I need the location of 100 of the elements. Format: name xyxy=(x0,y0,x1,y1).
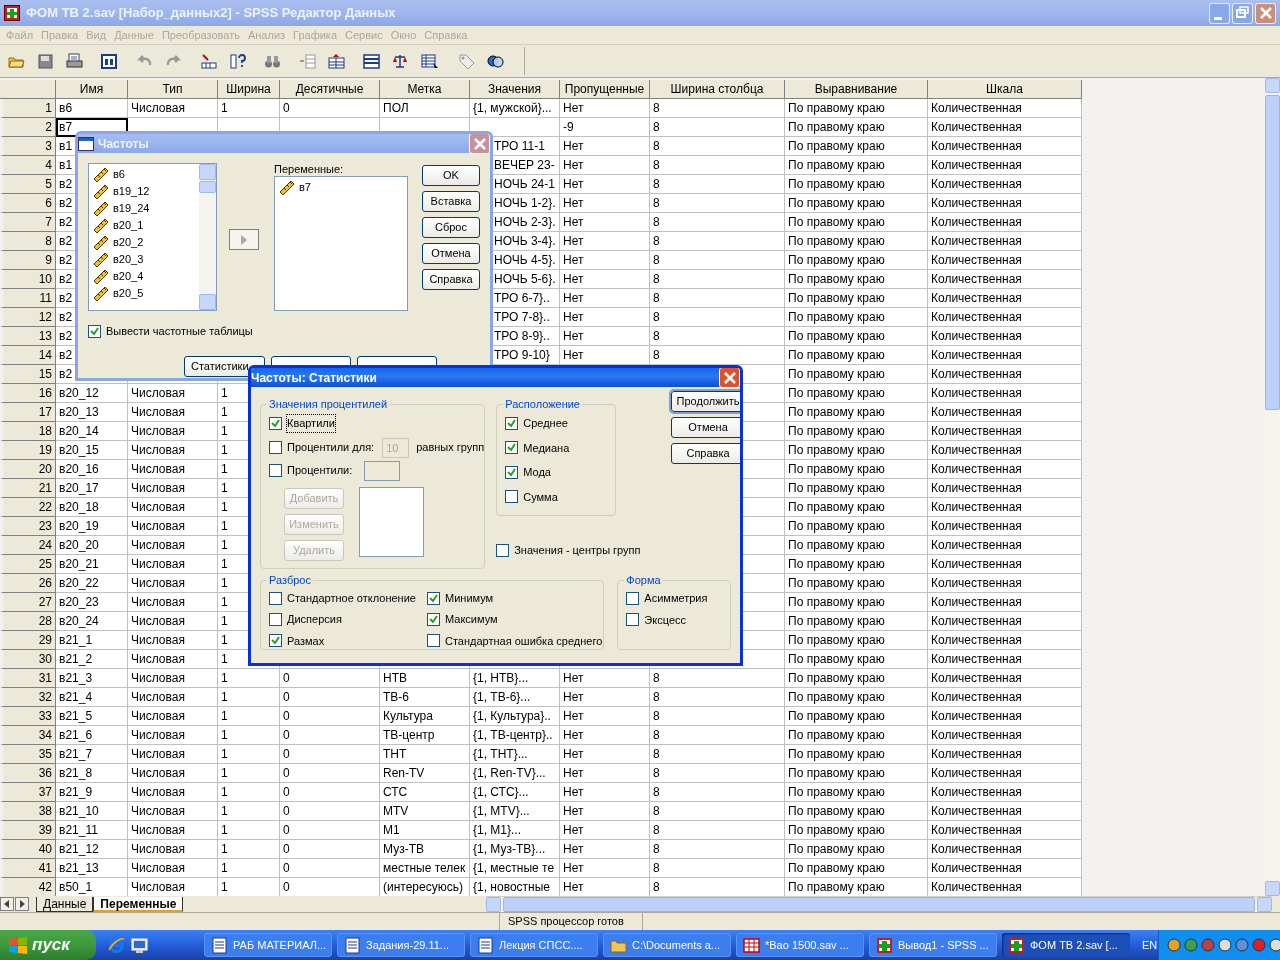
table-cell: По правому краю xyxy=(785,308,928,327)
table-cell: 8 xyxy=(650,137,785,156)
table-cell: По правому краю xyxy=(785,403,928,422)
table-cell: в21_12 xyxy=(56,840,128,859)
table-cell: в21_9 xyxy=(56,783,128,802)
table-cell: Количественная xyxy=(928,308,1082,327)
table-cell: По правому краю xyxy=(785,327,928,346)
table-cell: По правому краю xyxy=(785,783,928,802)
table-cell: в20_20 xyxy=(56,536,128,555)
table-cell: Числовая xyxy=(128,840,218,859)
table-cell: в21_1 xyxy=(56,631,128,650)
table-cell: По правому краю xyxy=(785,441,928,460)
table-cell: {1, ТВ-6}... xyxy=(470,688,560,707)
table-cell: Числовая xyxy=(128,441,218,460)
table-cell: По правому краю xyxy=(785,289,928,308)
table-cell: Числовая xyxy=(128,802,218,821)
table-cell: По правому краю xyxy=(785,517,928,536)
table-cell: По правому краю xyxy=(785,802,928,821)
table-cell: Количественная xyxy=(928,365,1082,384)
table-cell: {1, СТС}... xyxy=(470,783,560,802)
table-cell: Количественная xyxy=(928,517,1082,536)
table-cell: 0 xyxy=(280,821,380,840)
table-cell: По правому краю xyxy=(785,821,928,840)
table-cell: По правому краю xyxy=(785,669,928,688)
table-cell: По правому краю xyxy=(785,555,928,574)
table-cell: в20_16 xyxy=(56,460,128,479)
table-cell: 8 xyxy=(650,194,785,213)
table-cell: Числовая xyxy=(128,650,218,669)
table-cell: По правому краю xyxy=(785,422,928,441)
table-cell: Количественная xyxy=(928,764,1082,783)
table-cell: Нет xyxy=(560,726,650,745)
table-cell: По правому краю xyxy=(785,650,928,669)
table-cell: НТВ xyxy=(380,669,470,688)
table-cell: 1 xyxy=(218,669,280,688)
group-title: Расположение xyxy=(503,397,582,411)
table-cell: в21_7 xyxy=(56,745,128,764)
table-cell: Числовая xyxy=(128,593,218,612)
table-cell: По правому краю xyxy=(785,745,928,764)
table-cell: Количественная xyxy=(928,707,1082,726)
table-cell: {1, Ren-TV}... xyxy=(470,764,560,783)
table-cell: Количественная xyxy=(928,137,1082,156)
table-cell: {1, мужской}... xyxy=(470,99,560,118)
table-cell: 0 xyxy=(280,859,380,878)
table-cell: Нет xyxy=(560,156,650,175)
table-cell: Количественная xyxy=(928,536,1082,555)
table-cell: 8 xyxy=(650,707,785,726)
table-cell: {1, М1}... xyxy=(470,821,560,840)
table-cell: По правому краю xyxy=(785,251,928,270)
table-cell: 1 xyxy=(218,840,280,859)
group-title: Значения процентилей xyxy=(267,397,390,411)
table-cell: {1, ТВ-центр}.. xyxy=(470,726,560,745)
table-cell: По правому краю xyxy=(785,688,928,707)
table-cell: -9 xyxy=(560,118,650,137)
table-cell: Числовая xyxy=(128,631,218,650)
table-cell: Числовая xyxy=(128,783,218,802)
table-cell: По правому краю xyxy=(785,631,928,650)
table-cell: По правому краю xyxy=(785,593,928,612)
table-cell: в21_8 xyxy=(56,764,128,783)
table-cell: Числовая xyxy=(128,479,218,498)
table-cell: По правому краю xyxy=(785,479,928,498)
table-cell: в20_18 xyxy=(56,498,128,517)
table-cell: {1, Муз-ТВ}... xyxy=(470,840,560,859)
table-cell: в20_13 xyxy=(56,403,128,422)
table-cell: По правому краю xyxy=(785,137,928,156)
table-cell: 0 xyxy=(280,707,380,726)
table-cell: ТВ-6 xyxy=(380,688,470,707)
table-cell: Количественная xyxy=(928,194,1082,213)
table-cell: Числовая xyxy=(128,669,218,688)
table-cell: Нет xyxy=(560,764,650,783)
table-cell: По правому краю xyxy=(785,365,928,384)
table-cell: Нет xyxy=(560,213,650,232)
table-cell: в20_15 xyxy=(56,441,128,460)
table-cell: 8 xyxy=(650,270,785,289)
table-cell: в6 xyxy=(56,99,128,118)
table-cell: 8 xyxy=(650,232,785,251)
table-cell: Числовая xyxy=(128,707,218,726)
table-cell: По правому краю xyxy=(785,460,928,479)
table-cell: 0 xyxy=(280,669,380,688)
table-cell: По правому краю xyxy=(785,270,928,289)
table-cell: Нет xyxy=(560,137,650,156)
table-cell: Нет xyxy=(560,194,650,213)
table-cell: 1 xyxy=(218,821,280,840)
table-cell: По правому краю xyxy=(785,194,928,213)
table-cell: Количественная xyxy=(928,783,1082,802)
table-cell: М1 xyxy=(380,821,470,840)
table-cell: 8 xyxy=(650,213,785,232)
table-cell: По правому краю xyxy=(785,156,928,175)
table-cell: 1 xyxy=(218,783,280,802)
table-cell: Количественная xyxy=(928,327,1082,346)
table-cell: местные телек xyxy=(380,859,470,878)
table-cell: Нет xyxy=(560,688,650,707)
table-cell: 8 xyxy=(650,859,785,878)
table-cell: 8 xyxy=(650,118,785,137)
table-cell: в20_23 xyxy=(56,593,128,612)
table-cell: в20_24 xyxy=(56,612,128,631)
table-cell: Числовая xyxy=(128,745,218,764)
table-cell: ТВ-центр xyxy=(380,726,470,745)
window-title: ФОМ ТВ 2.sav [Набор_данных2] - SPSS Редактор Данных xyxy=(26,4,396,23)
table-cell: По правому краю xyxy=(785,707,928,726)
table-cell: в21_10 xyxy=(56,802,128,821)
